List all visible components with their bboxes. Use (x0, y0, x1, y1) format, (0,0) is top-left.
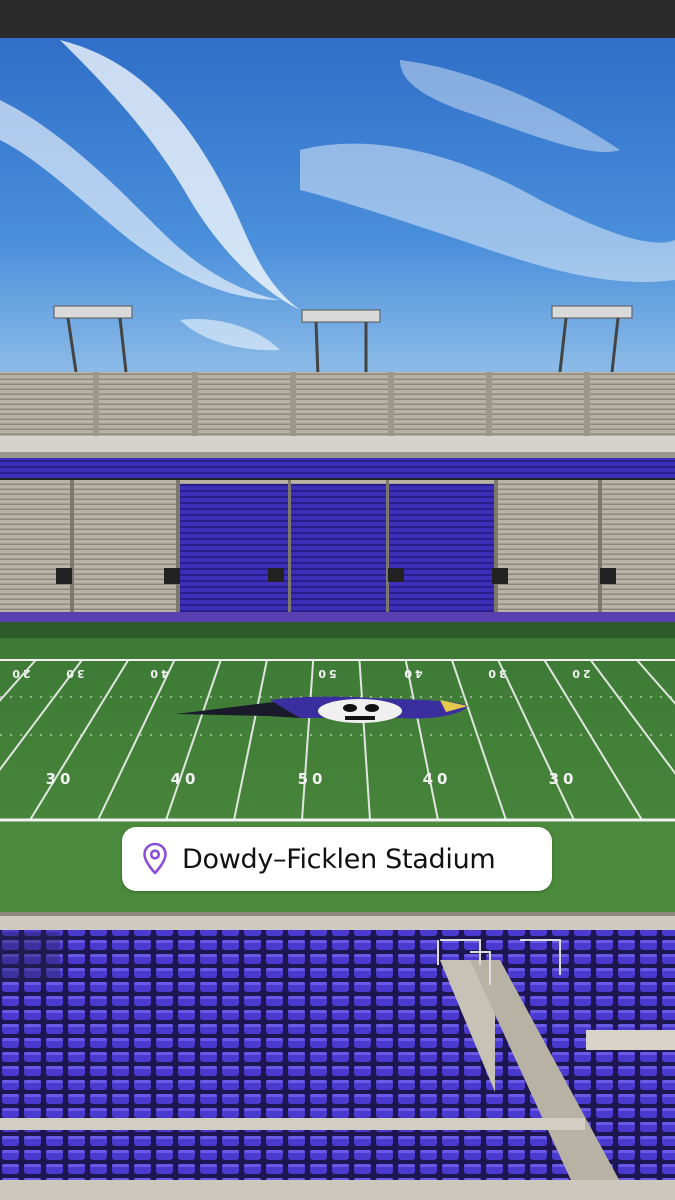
purple-seats-far-3 (388, 484, 494, 612)
yard-number: 40 (171, 770, 200, 788)
railing-left-box (0, 932, 60, 982)
location-label: Dowdy–Ficklen Stadium (182, 843, 496, 875)
yard-number-far: 20 (569, 667, 590, 680)
yard-number: 30 (46, 770, 75, 788)
yard-number-far: 20 (9, 667, 30, 680)
purple-seats-far-2 (284, 484, 386, 612)
near-wall-top (0, 912, 675, 916)
location-sticker[interactable]: Dowdy–Ficklen Stadium (122, 827, 552, 891)
hedges (0, 622, 675, 640)
yard-number-far: 30 (485, 667, 506, 680)
press-level-shadow (0, 452, 675, 458)
suite-row (0, 458, 675, 478)
yard-number-far: 50 (315, 667, 336, 680)
near-wall (0, 914, 675, 930)
railing-box (586, 1030, 675, 1050)
yard-number-far: 30 (63, 667, 84, 680)
yard-number: 30 (549, 770, 578, 788)
yard-number-far: 40 (147, 667, 168, 680)
stadium-photo: 20 30 40 50 40 30 20 30 40 50 40 30 (0, 0, 675, 1200)
front-rail (0, 1118, 585, 1130)
window-frame-top (0, 0, 675, 38)
upper-deck (0, 372, 675, 436)
purple-seats-far-1 (178, 484, 290, 612)
yard-number: 40 (423, 770, 452, 788)
location-pin-icon (143, 842, 167, 875)
front-rail-2 (0, 1180, 675, 1200)
yard-number: 50 (298, 770, 327, 788)
yard-number-far: 40 (401, 667, 422, 680)
